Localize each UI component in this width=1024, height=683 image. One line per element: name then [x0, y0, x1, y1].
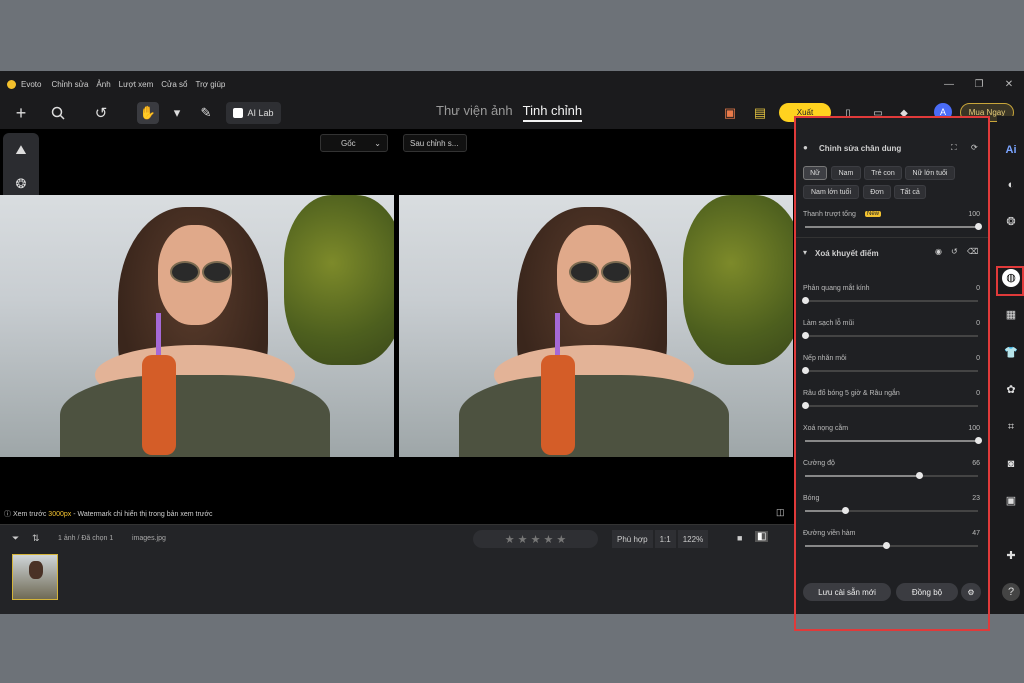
chevron-down-icon: ⌄	[374, 138, 381, 148]
file-name: images.jpg	[132, 535, 166, 542]
menu-view[interactable]: Lượt xem	[119, 80, 154, 89]
compare-icon[interactable]: ◫	[776, 507, 785, 518]
zoom-controls: Phù hợp 1:1 122%	[612, 530, 709, 548]
menu-help[interactable]: Trợ giúp	[196, 80, 226, 89]
fit-button[interactable]: Phù hợp	[612, 530, 653, 548]
hand-tool-icon[interactable]: ✋	[137, 102, 159, 124]
maximize-button[interactable]: ❐	[964, 79, 994, 90]
help-icon[interactable]: ?	[1002, 583, 1020, 601]
before-view-select[interactable]: Gốc ⌄	[320, 134, 388, 152]
info-resolution: 3000px	[48, 511, 72, 518]
promo-icon[interactable]: ▤	[750, 102, 770, 124]
before-select-label: Gốc	[341, 138, 356, 148]
undo-button[interactable]: ↺	[86, 102, 116, 124]
menu-edit[interactable]: Chỉnh sửa	[51, 80, 88, 89]
app-window: Evoto Chỉnh sửa Ảnh Lượt xem Cửa sổ Trợ …	[0, 71, 1024, 631]
close-button[interactable]: ✕	[994, 79, 1024, 90]
ai-lab-label: AI Lab	[247, 108, 274, 118]
menu-window[interactable]: Cửa sổ	[161, 80, 187, 89]
menu-bar: Chỉnh sửa Ảnh Lượt xem Cửa sổ Trợ giúp	[51, 80, 233, 89]
after-select-label: Sau chỉnh s...	[410, 138, 459, 148]
search-icon[interactable]	[48, 102, 68, 124]
info-prefix: Xem trước	[12, 511, 49, 518]
bookmark-icon[interactable]: ✚	[1002, 547, 1020, 565]
add-button[interactable]: +	[8, 102, 34, 124]
pet-icon[interactable]: ✿	[1002, 381, 1020, 399]
evoto-logo-icon	[7, 79, 16, 89]
ai-lab-button[interactable]: AI Lab	[226, 102, 281, 124]
grain-filter-icon[interactable]: ❂	[1002, 213, 1020, 231]
app-title: Evoto	[21, 79, 42, 89]
palette-icon[interactable]: ◐	[1002, 176, 1020, 194]
sort-icon[interactable]: ⇅	[32, 533, 40, 544]
menu-photo[interactable]: Ảnh	[96, 80, 110, 89]
ai-icon[interactable]: Ai	[1002, 141, 1020, 159]
tab-library[interactable]: Thư viện ảnh	[436, 103, 513, 122]
rating-stars[interactable]: ★ ★ ★ ★ ★	[473, 530, 598, 548]
window-controls: — ❐ ✕	[934, 71, 1024, 97]
right-toolbar: Ai ◐ ❂ ◍ ▦ 👕 ✿ ⌗ ◙ ▣ ✚ ?	[997, 116, 1024, 614]
highlight-box	[794, 116, 990, 631]
filmstrip: ⏷ ⇅ 1 ảnh / Đã chọn 1 images.jpg ★ ★ ★ ★…	[0, 524, 795, 614]
nav-tabs: Thư viện ảnh Tinh chỉnh	[436, 103, 583, 122]
before-photo	[0, 195, 394, 457]
gift-icon[interactable]: ▣	[720, 102, 740, 124]
background-icon[interactable]: ▦	[1002, 306, 1020, 324]
camera-icon[interactable]: ◙	[1002, 455, 1020, 473]
after-photo	[399, 195, 793, 457]
gallery-icon[interactable]: ▣	[1002, 492, 1020, 510]
thumbnail[interactable]	[12, 554, 58, 600]
stars-label: ★ ★ ★ ★ ★	[504, 533, 567, 546]
minimize-button[interactable]: —	[934, 79, 964, 90]
title-bar: Evoto Chỉnh sửa Ảnh Lượt xem Cửa sổ Trợ …	[0, 71, 1024, 97]
info-icon: ⓘ	[4, 511, 13, 518]
one-to-one-button[interactable]: 1:1	[654, 530, 676, 548]
info-suffix: - Watermark chỉ hiển thị trong bản xem t…	[71, 511, 213, 518]
split-view-icon[interactable]: ◧	[755, 531, 769, 542]
ai-lab-icon	[233, 108, 244, 118]
highlight-box-icon	[996, 266, 1024, 296]
stamp-tool-icon[interactable]: ▾	[166, 102, 188, 124]
after-view-select[interactable]: Sau chỉnh s...	[403, 134, 467, 152]
filter-icon[interactable]: ⏷	[12, 533, 19, 544]
zoom-select[interactable]: 122%	[677, 530, 709, 548]
selection-count: 1 ảnh / Đã chọn 1	[58, 535, 114, 542]
tab-refine[interactable]: Tinh chỉnh	[522, 103, 583, 122]
add-image-icon[interactable]: ⛰	[3, 133, 39, 167]
brush-tool-icon[interactable]: ✎	[195, 102, 217, 124]
crop-icon[interactable]: ⌗	[1002, 418, 1020, 436]
single-view-icon[interactable]: ■	[737, 533, 742, 543]
canvas-area[interactable]: ⛰ ❂ ◷ Gốc ⌄ Sau chỉnh s... ⓘ Xem trước 3…	[0, 129, 795, 524]
clothing-icon[interactable]: 👕	[1002, 344, 1020, 362]
preview-info: ⓘ Xem trước 3000px - Watermark chỉ hiển …	[4, 509, 213, 519]
